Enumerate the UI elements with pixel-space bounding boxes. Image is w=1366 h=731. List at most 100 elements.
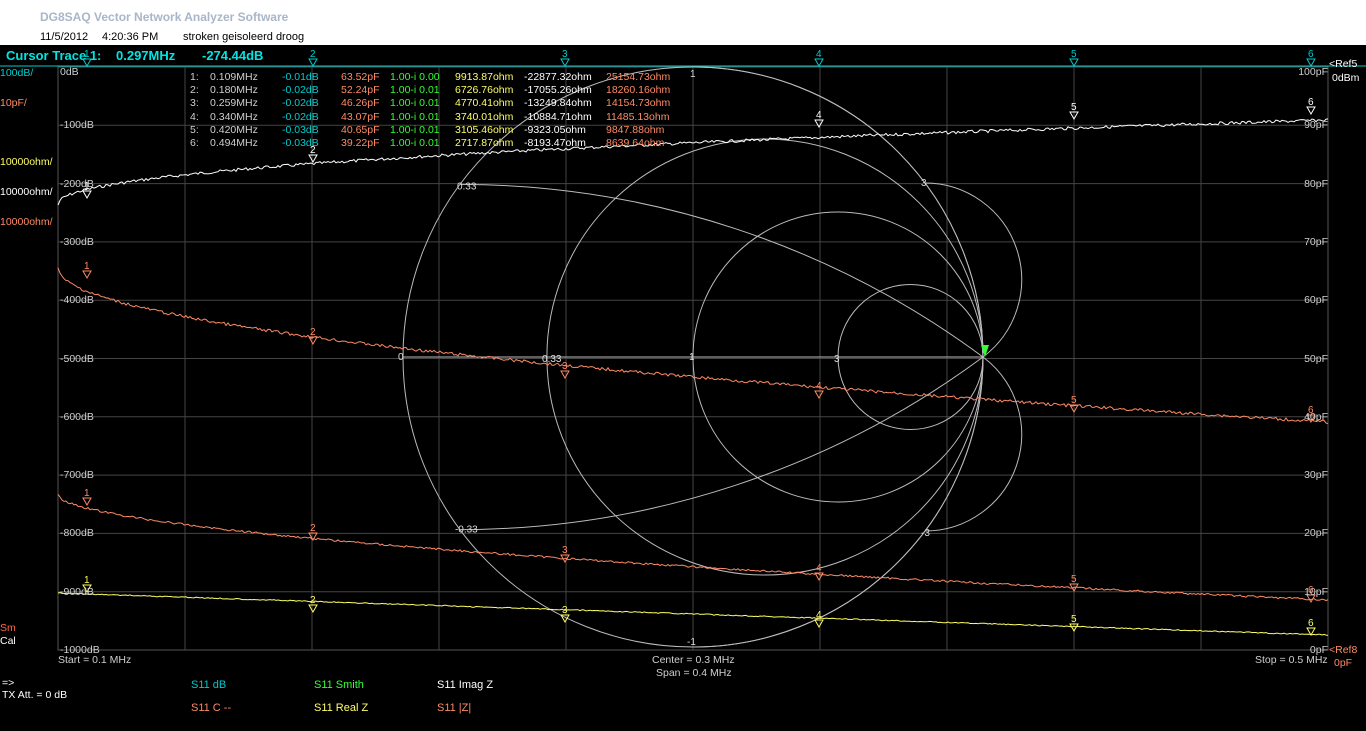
- ref-bottom-unit: 0pF: [1334, 657, 1353, 669]
- marker-row-3-abs: 14154.73ohm: [606, 97, 671, 110]
- pf-tick-6: 40pF: [1304, 410, 1328, 423]
- db-tick-5: -500dB: [60, 352, 94, 365]
- smith-label-x-plus-3: 3: [921, 178, 927, 189]
- db-tick-6: -600dB: [60, 410, 94, 423]
- realz-per-div-label: 10000ohm/: [0, 156, 53, 168]
- marker-row-2-c: 52.24pF: [341, 84, 380, 97]
- rect-grid: [0, 65, 1366, 651]
- marker-row-1-real: 9913.87ohm: [455, 71, 514, 83]
- marker-row-5-c: 40.65pF: [341, 123, 380, 136]
- top-marker-6[interactable]: [1306, 58, 1316, 68]
- pf-tick-5: 50pF: [1304, 352, 1328, 365]
- smith-label-x-plus-033: 0.33: [457, 181, 477, 192]
- absz-marker-1[interactable]: [82, 497, 92, 507]
- marker-row-1-imag: -22877.32ohm: [524, 71, 592, 83]
- top-marker-4[interactable]: [814, 58, 824, 68]
- plot-canvas[interactable]: 0 0.33 1 30.3313-0.33-1-3 1 2 3 4 5 611112222333…: [0, 0, 1366, 731]
- marker-row-5-smith: 1.00-i 0.01: [390, 123, 440, 136]
- top-marker-5[interactable]: [1069, 58, 1079, 68]
- db-tick-1: -100dB: [60, 119, 94, 132]
- db-tick-3: -300dB: [60, 235, 94, 248]
- smith-label-x-plus-1: 1: [690, 69, 696, 80]
- marker-row-3-real: 4770.41ohm: [455, 97, 514, 110]
- top-marker-2[interactable]: [308, 58, 318, 68]
- imagz-marker-6[interactable]: [1306, 106, 1316, 116]
- marker-row-5-real: 3105.46ohm: [455, 123, 514, 136]
- marker-row-3-db: -0.02dB: [282, 97, 319, 110]
- absz-marker-2-number: 2: [310, 523, 316, 534]
- marker-row-6-real: 2717.87ohm: [455, 137, 514, 149]
- absz-marker-1-number: 1: [84, 488, 90, 499]
- smith-marker-cluster[interactable]: [981, 345, 989, 357]
- realz-marker-5-number: 5: [1071, 614, 1077, 625]
- imagz-marker-4[interactable]: [814, 119, 824, 129]
- marker-row-4-db: -0.02dB: [282, 110, 319, 123]
- marker-row-1-db: -0.01dB: [282, 71, 319, 83]
- smith-label-x-minus-1: -1: [687, 637, 696, 648]
- ref-top-unit: 0dBm: [1332, 72, 1360, 84]
- sm-label: Sm: [0, 622, 16, 634]
- realz-marker-4[interactable]: [814, 619, 824, 629]
- legend-s11-realz[interactable]: S11 Real Z: [314, 702, 368, 714]
- smith-label-r1: 1: [689, 352, 695, 363]
- pf-tick-0: 100pF: [1298, 66, 1328, 78]
- realz-marker-2[interactable]: [308, 604, 318, 614]
- imagz-marker-2[interactable]: [308, 154, 318, 164]
- realz-marker-6-number: 6: [1308, 618, 1314, 629]
- marker-row-5-freq: 0.420MHz: [210, 123, 258, 136]
- absz-marker-5-number: 5: [1071, 574, 1077, 585]
- smith-label-x-minus-033: -0.33: [455, 525, 478, 536]
- legend-s11-absz[interactable]: S11 |Z|: [437, 702, 471, 714]
- marker-row-4-abs: 11485.13ohm: [606, 110, 670, 123]
- marker-row-6-c: 39.22pF: [341, 137, 380, 149]
- realz-marker-3-number: 3: [562, 605, 568, 616]
- marker-row-6-freq: 0.494MHz: [210, 137, 258, 149]
- marker-row-3-n: 3:: [190, 97, 199, 110]
- top-marker-3-number: 3: [562, 49, 568, 60]
- marker-row-5-db: -0.03dB: [282, 123, 319, 136]
- marker-row-3-freq: 0.259MHz: [210, 97, 258, 110]
- center-frequency: Center = 0.3 MHz: [652, 654, 735, 666]
- pf-tick-1: 90pF: [1304, 119, 1328, 132]
- legend-s11-db[interactable]: S11 dB: [191, 679, 226, 691]
- pf-tick-9: 10pF: [1304, 585, 1328, 598]
- imagz-marker-4-number: 4: [816, 110, 822, 121]
- pf-tick-3: 70pF: [1304, 235, 1328, 248]
- marker-row-4-n: 4:: [190, 110, 199, 123]
- marker-row-2-smith: 1.00-i 0.01: [390, 84, 440, 97]
- marker-row-2-freq: 0.180MHz: [210, 84, 258, 97]
- marker-row-4-freq: 0.340MHz: [210, 110, 258, 123]
- pf-per-div-label: 10pF/: [0, 97, 27, 109]
- cap-marker-4-number: 4: [816, 381, 822, 392]
- legend-s11-smith[interactable]: S11 Smith: [314, 679, 364, 691]
- cap-marker-3[interactable]: [560, 370, 570, 380]
- cal-label: Cal: [0, 635, 16, 647]
- marker-row-5-n: 5:: [190, 123, 199, 136]
- cap-marker-4[interactable]: [814, 390, 824, 400]
- cap-marker-1-number: 1: [84, 261, 90, 272]
- smith-label-x-minus-3: -3: [921, 528, 930, 539]
- pf-tick-8: 20pF: [1304, 527, 1328, 540]
- top-marker-3[interactable]: [560, 58, 570, 68]
- arrow-indicator: =>: [2, 677, 15, 689]
- db-tick-0: 0dB: [60, 66, 79, 78]
- imagz-marker-6-number: 6: [1308, 97, 1314, 108]
- legend-s11-imagz[interactable]: S11 Imag Z: [437, 679, 493, 691]
- marker-row-6-smith: 1.00-i 0.01: [390, 137, 440, 149]
- db-per-div-label: 100dB/: [0, 67, 34, 79]
- top-marker-1[interactable]: [82, 58, 92, 68]
- marker-row-4-c: 43.07pF: [341, 110, 380, 123]
- marker-row-1-c: 63.52pF: [341, 71, 380, 83]
- marker-row-6-abs: 8639.64ohm: [606, 137, 665, 149]
- db-tick-4: -400dB: [60, 294, 94, 307]
- marker-row-5-abs: 9847.88ohm: [606, 123, 665, 136]
- pf-tick-4: 60pF: [1304, 294, 1328, 307]
- cap-marker-1[interactable]: [82, 270, 92, 280]
- legend-s11-c[interactable]: S11 C --: [191, 702, 231, 714]
- db-tick-2: -200dB: [60, 177, 94, 190]
- ref-top-label: <Ref5: [1329, 58, 1358, 70]
- db-tick-7: -700dB: [60, 469, 94, 482]
- imagz-marker-1[interactable]: [82, 190, 92, 200]
- marker-row-2-n: 2:: [190, 84, 199, 97]
- tx-attenuation: TX Att. = 0 dB: [2, 689, 68, 701]
